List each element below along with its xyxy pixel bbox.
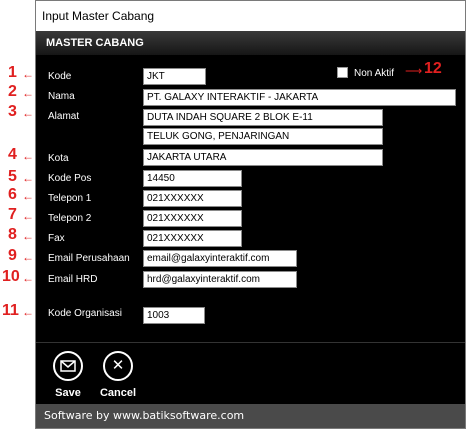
form-title: MASTER CABANG — [46, 37, 144, 49]
telepon2-label: Telepon 2 — [48, 213, 92, 224]
form-panel: MASTER CABANG Kode JKT Non Aktif Nama PT… — [36, 31, 465, 342]
annotation-12: 12 — [424, 60, 442, 77]
kode-organisasi-label: Kode Organisasi — [48, 308, 122, 319]
annotation-arrow: ← — [22, 86, 34, 100]
envelope-icon — [53, 351, 83, 381]
kota-label: Kota — [48, 153, 69, 164]
telepon1-input[interactable]: 021XXXXXX — [143, 190, 242, 207]
annotation-arrow: ← — [22, 305, 34, 319]
cancel-button[interactable]: ✕ Cancel — [96, 351, 140, 401]
annotation-arrow: ← — [22, 229, 34, 243]
non-aktif-label: Non Aktif — [354, 68, 395, 79]
annotation-arrow: ← — [22, 149, 34, 163]
annotation-arrow: ← — [22, 209, 34, 223]
kode-pos-input[interactable]: 14450 — [143, 170, 242, 187]
form-header: MASTER CABANG — [36, 31, 465, 55]
annotation-2: 2 — [8, 83, 17, 100]
email-hrd-label: Email HRD — [48, 274, 98, 285]
kode-input[interactable]: JKT — [143, 68, 206, 85]
title-bar[interactable]: Input Master Cabang — [36, 1, 465, 31]
alamat-line2-input[interactable]: TELUK GONG, PENJARINGAN — [143, 128, 383, 145]
non-aktif-checkbox[interactable] — [337, 67, 348, 78]
telepon1-label: Telepon 1 — [48, 193, 92, 204]
email-perusahaan-label: Email Perusahaan — [48, 253, 130, 264]
footer-text: Software by www.batiksoftware.com — [44, 409, 245, 422]
annotation-arrow: ← — [22, 271, 34, 285]
annotation-5: 5 — [8, 168, 17, 185]
alamat-line1-input[interactable]: DUTA INDAH SQUARE 2 BLOK E-11 — [143, 109, 383, 126]
annotation-4: 4 — [8, 146, 17, 163]
annotation-arrow: ← — [22, 106, 34, 120]
close-icon: ✕ — [103, 351, 133, 381]
annotation-6: 6 — [8, 186, 17, 203]
annotation-7: 7 — [8, 206, 17, 223]
alamat-label: Alamat — [48, 111, 80, 122]
save-button[interactable]: Save — [46, 351, 90, 401]
fax-input[interactable]: 021XXXXXX — [143, 230, 242, 247]
dialog-window: Input Master Cabang MASTER CABANG Kode J… — [35, 0, 466, 429]
nama-label: Nama — [48, 91, 75, 102]
telepon2-input[interactable]: 021XXXXXX — [143, 210, 242, 227]
kode-organisasi-input[interactable]: 1003 — [143, 307, 205, 324]
kode-label: Kode — [48, 71, 72, 82]
email-hrd-input[interactable]: hrd@galaxyinteraktif.com — [143, 271, 297, 288]
footer-bar: Software by www.batiksoftware.com — [36, 404, 465, 428]
nama-input[interactable]: PT. GALAXY INTERAKTIF - JAKARTA — [143, 89, 456, 106]
window-title: Input Master Cabang — [42, 9, 155, 23]
kode-pos-label: Kode Pos — [48, 173, 92, 184]
annotation-arrow: ← — [22, 171, 34, 185]
annotation-arrow: ← — [22, 67, 34, 81]
annotation-11: 11 — [2, 302, 19, 319]
email-perusahaan-input[interactable]: email@galaxyinteraktif.com — [143, 250, 297, 267]
annotation-arrow: ⟶ — [405, 64, 423, 78]
button-bar: Save ✕ Cancel — [36, 342, 465, 405]
annotation-arrow: ← — [22, 250, 34, 264]
annotation-8: 8 — [8, 226, 17, 243]
annotation-1: 1 — [8, 64, 17, 81]
save-label: Save — [55, 387, 81, 399]
cancel-label: Cancel — [99, 387, 137, 399]
annotation-arrow: ← — [22, 189, 34, 203]
annotation-3: 3 — [8, 103, 17, 120]
annotation-9: 9 — [8, 247, 17, 264]
annotation-10: 10 — [2, 268, 20, 285]
fax-label: Fax — [48, 233, 65, 244]
kota-input[interactable]: JAKARTA UTARA — [143, 149, 383, 166]
